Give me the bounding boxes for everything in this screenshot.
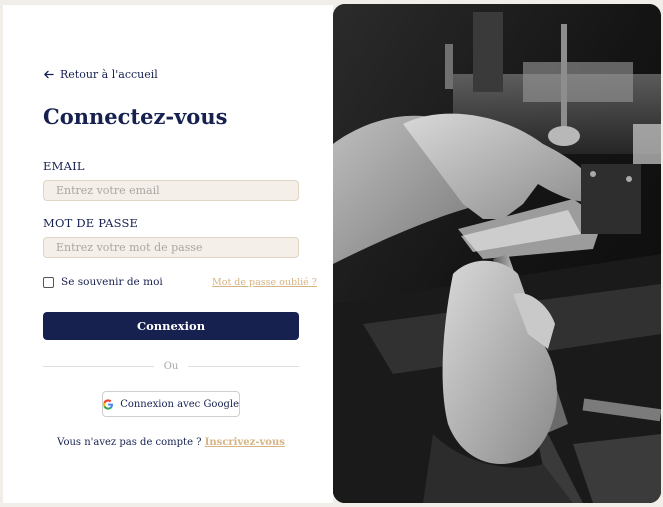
divider-label: Ou [163,360,179,372]
signup-link[interactable]: Inscrivez-vous [205,437,285,448]
forgot-password-link[interactable]: Mot de passe oublié ? [212,277,317,288]
email-input[interactable] [43,180,299,201]
remember-me-label: Se souvenir de moi [61,276,163,288]
password-input[interactable] [43,237,299,258]
page-title: Connectez-vous [43,104,228,129]
login-button[interactable]: Connexion [43,312,299,340]
google-logo-icon [103,398,113,410]
google-login-label: Connexion avec Google [120,398,239,410]
back-to-home-link[interactable]: Retour à l'accueil [43,68,158,81]
login-panel: Retour à l'accueil Connectez-vous EMAIL … [3,5,333,503]
hero-photo-jeweler [333,4,661,503]
divider-line-right [188,365,300,367]
email-label: EMAIL [43,159,85,173]
password-label: MOT DE PASSE [43,216,139,230]
signup-prompt: Vous n'avez pas de compte ? Inscrivez-vo… [3,437,339,448]
google-login-button[interactable]: Connexion avec Google [102,391,240,417]
remember-me[interactable]: Se souvenir de moi [43,276,163,288]
signup-prompt-text: Vous n'avez pas de compte ? [57,437,202,448]
back-link-label: Retour à l'accueil [60,68,158,81]
remember-me-checkbox[interactable] [43,276,54,288]
divider-line-left [43,365,154,367]
or-divider: Ou [43,359,300,373]
arrow-left-icon [44,70,54,79]
